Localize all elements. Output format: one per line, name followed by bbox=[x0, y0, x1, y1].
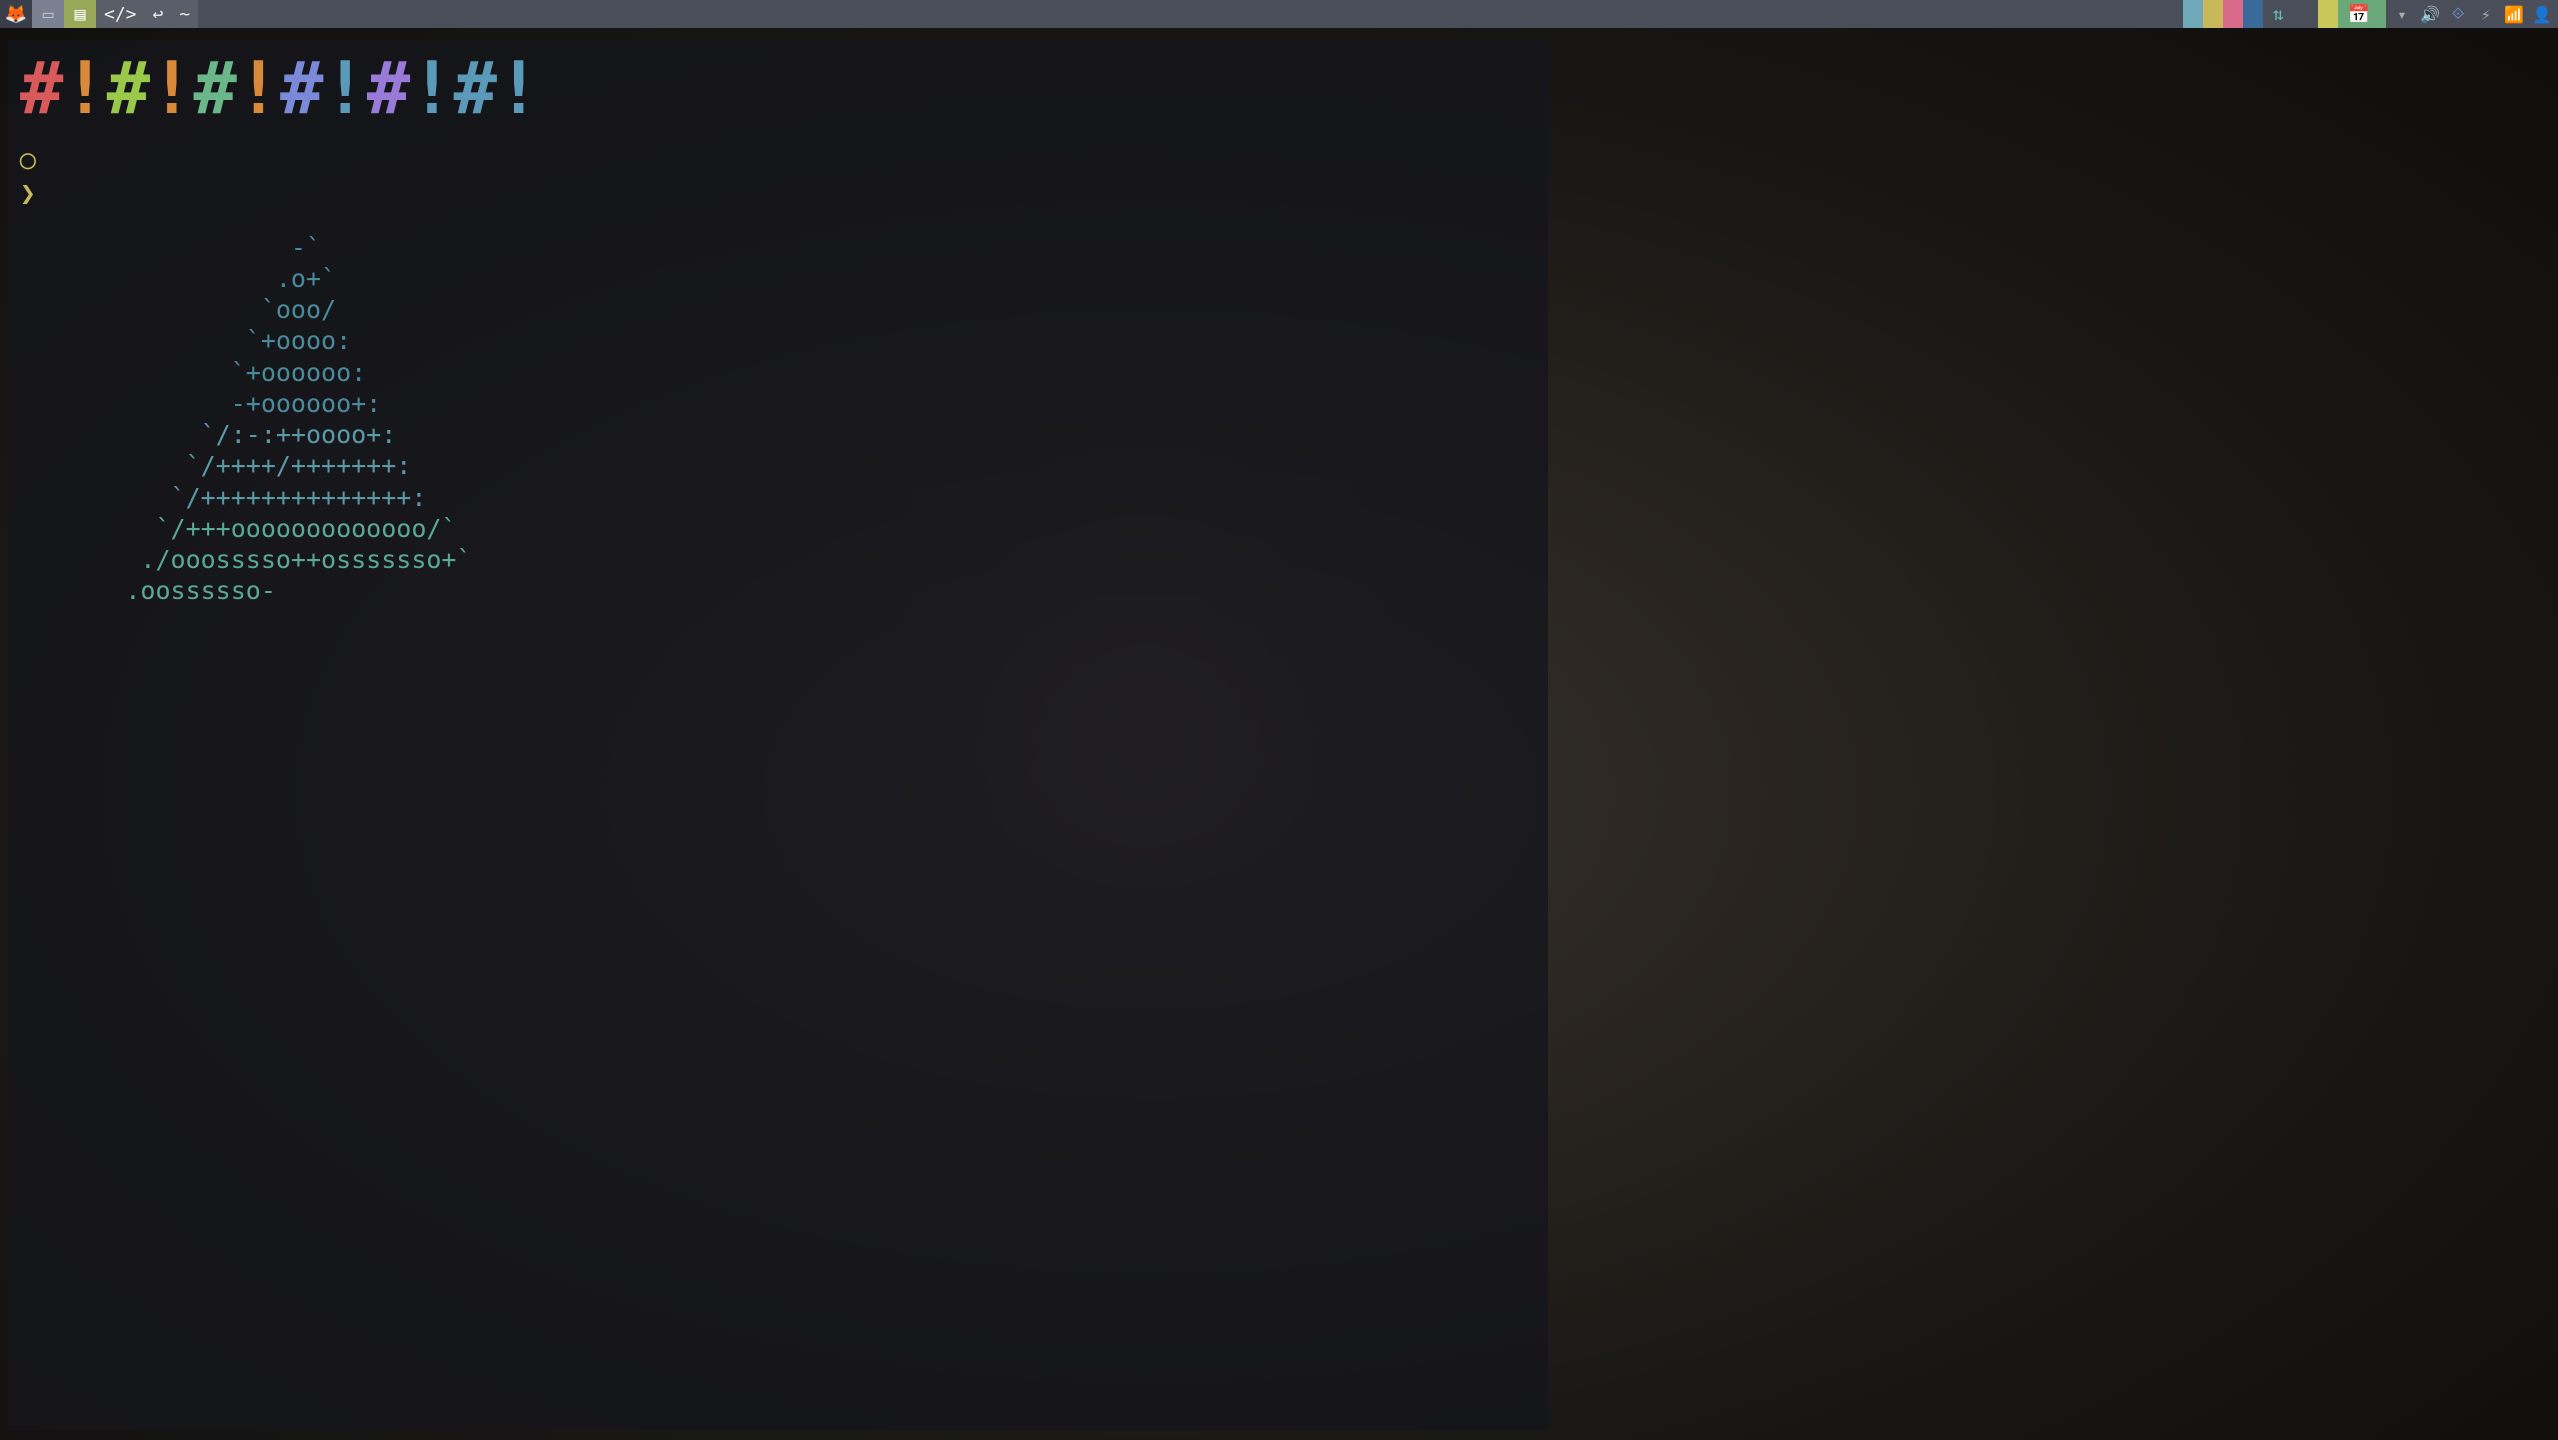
status-area: ⇅ 📅 ▾ 🔊 ⟐ ⚡ 📶 👤 bbox=[2183, 0, 2558, 28]
topbar: 🦊 ▭ ▤ </> ↩ ~ ⇅ 📅 ▾ 🔊 ⟐ ⚡ 📶 👤 bbox=[0, 0, 2558, 28]
workspace-code-icon[interactable]: </> bbox=[96, 0, 145, 28]
workspace-back-icon[interactable]: ↩ bbox=[145, 0, 172, 28]
workspace-2[interactable]: ▭ bbox=[32, 0, 64, 28]
net-up bbox=[2298, 0, 2318, 28]
net-down: ⇅ bbox=[2263, 0, 2298, 28]
tray-bluetooth-icon[interactable]: ⟐ bbox=[2448, 4, 2468, 24]
tray-dropdown-icon[interactable]: ▾ bbox=[2392, 4, 2412, 24]
neofetch-output: -` .o+` `ooo/ `+oooo: `+oooooo: -+oooooo… bbox=[20, 232, 1536, 607]
ascii-banner: #!#!#!#!#!#! bbox=[20, 52, 1536, 124]
tray-volume-icon[interactable]: 🔊 bbox=[2420, 4, 2440, 24]
tray-power-icon[interactable]: ⚡ bbox=[2476, 4, 2496, 24]
tray-user-icon[interactable]: 👤 bbox=[2532, 4, 2552, 24]
prompt-context: ◯ bbox=[20, 144, 1536, 178]
layout-name bbox=[2318, 0, 2338, 28]
workspace-tilde[interactable]: ~ bbox=[171, 0, 198, 28]
arch-logo-ascii: -` .o+` `ooo/ `+oooo: `+oooooo: -+oooooo… bbox=[20, 232, 472, 607]
tray-network-icon[interactable]: 📶 bbox=[2504, 4, 2524, 24]
mem-status-1 bbox=[2223, 0, 2243, 28]
terminal-main[interactable]: #!#!#!#!#!#! ◯ ❯ -` .o+` `ooo/ bbox=[8, 40, 1548, 1430]
date-time: 📅 bbox=[2338, 0, 2386, 28]
mem-status-2 bbox=[2243, 0, 2263, 28]
cpu-status bbox=[2183, 0, 2203, 28]
workspace-1[interactable]: 🦊 bbox=[0, 0, 32, 28]
python-icon: ◯ bbox=[20, 145, 36, 175]
workspace-3[interactable]: ▤ bbox=[64, 0, 96, 28]
command-line: ❯ bbox=[20, 178, 1536, 212]
gpu-status bbox=[2203, 0, 2223, 28]
workspace-indicators: 🦊 ▭ ▤ </> ↩ ~ bbox=[0, 0, 198, 28]
system-tray: ▾ 🔊 ⟐ ⚡ 📶 👤 bbox=[2386, 4, 2558, 24]
